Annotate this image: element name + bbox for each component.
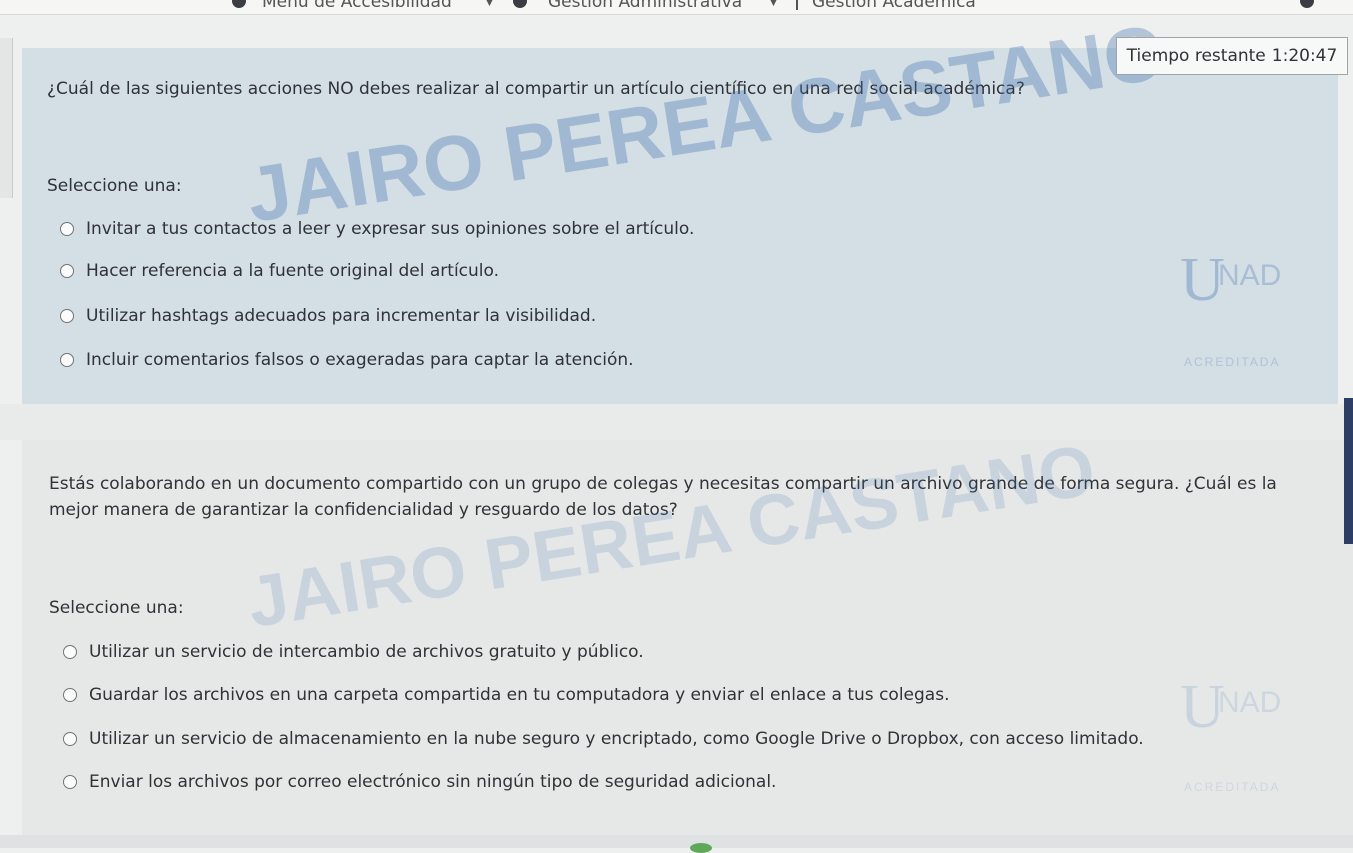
radio-button[interactable] — [60, 353, 74, 367]
quiz-navigation-edge[interactable] — [1344, 398, 1353, 544]
nav-administrative[interactable]: Gestión Administrativa — [548, 0, 742, 12]
option-label: Utilizar un servicio de almacenamiento e… — [89, 729, 1144, 749]
option-label: Utilizar hashtags adecuados para increme… — [86, 306, 597, 326]
nav-accessibility-menu[interactable]: Menú de Accesibilidad — [262, 0, 452, 12]
time-remaining-label: Tiempo restante — [1126, 46, 1266, 66]
accessibility-icon[interactable] — [232, 0, 246, 8]
radio-button[interactable] — [63, 688, 77, 702]
radio-button[interactable] — [63, 775, 77, 789]
top-navigation: Menú de Accesibilidad ▼ Gestión Administ… — [0, 0, 1353, 15]
time-remaining-box: Tiempo restante 1:20:47 — [1116, 37, 1348, 75]
question-2-option-c[interactable]: Utilizar un servicio de almacenamiento e… — [63, 729, 1144, 749]
question-2-option-b[interactable]: Guardar los archivos en una carpeta comp… — [63, 685, 949, 705]
left-panel-edge — [0, 38, 13, 198]
question-2-option-d[interactable]: Enviar los archivos por correo electróni… — [63, 772, 776, 792]
question-2-select-label: Seleccione una: — [49, 598, 184, 618]
bottom-edge — [0, 835, 1353, 848]
user-avatar[interactable] — [1300, 0, 1314, 8]
nav-academic[interactable]: Gestión Académica — [812, 0, 976, 12]
radio-button[interactable] — [60, 222, 74, 236]
option-label: Enviar los archivos por correo electróni… — [89, 772, 777, 792]
question-1-option-c[interactable]: Utilizar hashtags adecuados para increme… — [60, 306, 596, 326]
option-label: Invitar a tus contactos a leer y expresa… — [86, 219, 695, 239]
question-1-option-d[interactable]: Incluir comentarios falsos o exageradas … — [60, 350, 634, 370]
question-2-option-a[interactable]: Utilizar un servicio de intercambio de a… — [63, 642, 644, 662]
chevron-down-icon[interactable]: ▼ — [770, 0, 777, 8]
nav-separator — [796, 0, 798, 10]
option-label: Utilizar un servicio de intercambio de a… — [89, 642, 644, 662]
status-dot — [690, 843, 712, 853]
option-label: Guardar los archivos en una carpeta comp… — [89, 685, 950, 705]
radio-button[interactable] — [60, 309, 74, 323]
question-2-text: Estás colaborando en un documento compar… — [49, 474, 1277, 520]
time-remaining-value: 1:20:47 — [1271, 46, 1338, 66]
option-label: Hacer referencia a la fuente original de… — [86, 261, 500, 281]
section-divider — [0, 404, 1353, 440]
option-label: Incluir comentarios falsos o exageradas … — [86, 350, 634, 370]
question-1-option-a[interactable]: Invitar a tus contactos a leer y expresa… — [60, 219, 694, 239]
question-1-option-b[interactable]: Hacer referencia a la fuente original de… — [60, 261, 499, 281]
admin-icon[interactable] — [513, 0, 527, 8]
chevron-down-icon[interactable]: ▼ — [486, 0, 493, 8]
radio-button[interactable] — [63, 645, 77, 659]
radio-button[interactable] — [60, 264, 74, 278]
question-1-text: ¿Cuál de las siguientes acciones NO debe… — [47, 79, 1025, 99]
question-1-select-label: Seleccione una: — [47, 176, 182, 196]
radio-button[interactable] — [63, 732, 77, 746]
